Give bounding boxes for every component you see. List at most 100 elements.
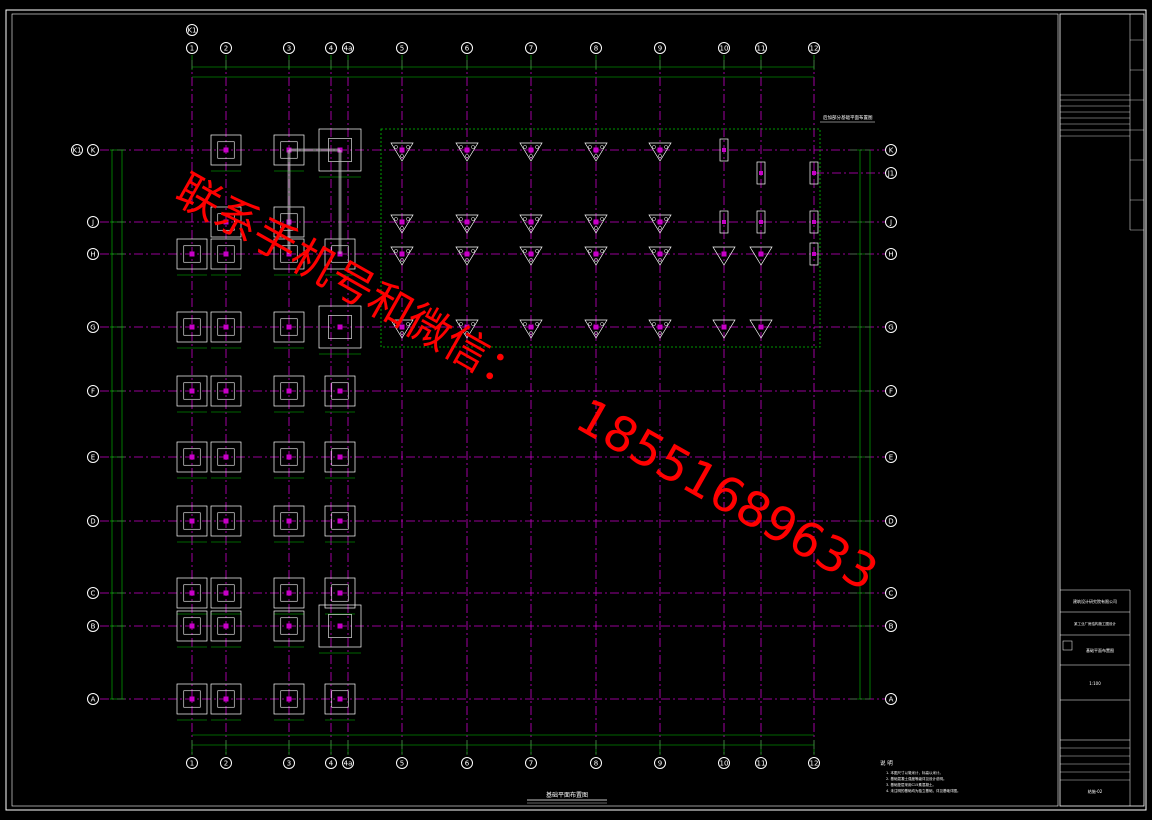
pile-cap-column (528, 147, 534, 153)
col-bubble-top-5-text: 5 (400, 45, 404, 53)
row-bubble-left-E: E (87, 451, 99, 463)
pad-column (223, 454, 229, 460)
tb-project: 某工业厂房结构施工图设计 (1074, 621, 1116, 626)
col-bubble-top-2-text: 2 (224, 45, 228, 53)
pad-column (337, 518, 343, 524)
note-1: 1. 本图尺寸以毫米计，标高以米计。 (886, 770, 943, 775)
row-bubble-right-A-text: A (889, 696, 894, 704)
col-bubble-extra-text: K1 (187, 27, 196, 35)
pile-cap-column (464, 147, 470, 153)
col-bubble-extra: K1 (186, 24, 198, 36)
row-bubble-left-B: B (87, 620, 99, 632)
col-bubble-top-8-text: 8 (594, 45, 598, 53)
cad-drawing-canvas: 112233444a4a5566778899101011111212K1K KJ J… (0, 0, 1152, 820)
row-bubble-right-H: H (885, 248, 897, 260)
pile-cap-rect-column (812, 220, 816, 224)
pile-cap-column (657, 324, 663, 330)
col-bubble-top-5: 5 (396, 42, 408, 54)
col-bubble-bottom-11: 11 (755, 757, 767, 769)
row-bubble-left-J: J (87, 216, 99, 228)
pad-column (189, 590, 195, 596)
col-bubble-top-4: 4 (325, 42, 337, 54)
pile-cap-rect-column (759, 220, 763, 224)
row-bubble-left-B-text: B (91, 623, 96, 631)
pad-column (223, 388, 229, 394)
row-bubble-right-A: A (885, 693, 897, 705)
col-bubble-bottom-1: 1 (186, 757, 198, 769)
pad-column (189, 454, 195, 460)
col-bubble-bottom-9-text: 9 (658, 760, 662, 768)
col-bubble-top-12-text: 12 (810, 45, 819, 53)
col-bubble-top-9-text: 9 (658, 45, 662, 53)
row-bubble-left-C-text: C (91, 590, 96, 598)
col-bubble-bottom-10-text: 10 (720, 760, 729, 768)
col-bubble-top-8: 8 (590, 42, 602, 54)
row-bubble-extra: K1 (71, 144, 83, 156)
pad-column (337, 388, 343, 394)
pad-column (337, 324, 343, 330)
pile-cap-rect-column (759, 171, 763, 175)
pad-column (189, 324, 195, 330)
row-bubble-right-E-text: E (889, 454, 893, 462)
col-bubble-bottom-4-text: 4 (329, 760, 334, 768)
row-bubble-left-E-text: E (91, 454, 95, 462)
pile-cap-rect-column (722, 148, 726, 152)
row-bubble-right-C: C (885, 587, 897, 599)
col-bubble-bottom-4a: 4a (342, 757, 354, 769)
row-bubble-right-J: J (885, 216, 897, 228)
col-bubble-bottom-10: 10 (718, 757, 730, 769)
pad-column (223, 623, 229, 629)
col-bubble-top-4a-text: 4a (344, 45, 353, 53)
drawing-title: 基础平面布置图 (546, 791, 588, 799)
col-bubble-bottom-9: 9 (654, 757, 666, 769)
pad-column (223, 251, 229, 257)
row-bubble-left-D: D (87, 515, 99, 527)
col-bubble-top-3: 3 (283, 42, 295, 54)
pile-cap-column (528, 251, 534, 257)
col-bubble-bottom-7: 7 (525, 757, 537, 769)
col-bubble-top-2: 2 (220, 42, 232, 54)
col-bubble-top-3-text: 3 (287, 45, 291, 53)
pad-column (189, 623, 195, 629)
row-bubble-extra-text: K1 (72, 147, 81, 155)
row-bubble-left-H-text: H (90, 251, 95, 259)
pad-column (286, 590, 292, 596)
col-bubble-bottom-2: 2 (220, 757, 232, 769)
pad-column (286, 324, 292, 330)
row-bubble-right-K: K (885, 144, 897, 156)
col-bubble-top-4-text: 4 (329, 45, 334, 53)
pad-column (286, 696, 292, 702)
pile-cap-column (593, 324, 599, 330)
pile-cap-column (758, 251, 764, 257)
pile-cap-rect-column (722, 220, 726, 224)
pad-column (223, 324, 229, 330)
col-bubble-bottom-2-text: 2 (224, 760, 228, 768)
row-bubble-right-F: F (885, 385, 897, 397)
pile-cap-column (721, 251, 727, 257)
pad-column (189, 251, 195, 257)
row-bubble-right-H-text: H (888, 251, 893, 259)
pile-cap-column (593, 219, 599, 225)
row-bubble-left-G: G (87, 321, 99, 333)
pile-cap-column (399, 147, 405, 153)
notes-heading: 说 明 (880, 759, 893, 767)
col-bubble-bottom-11-text: 11 (757, 760, 766, 768)
row-bubble-left-D-text: D (90, 518, 95, 526)
col-bubble-top-10-text: 10 (720, 45, 729, 53)
col-bubble-top-10: 10 (718, 42, 730, 54)
col-bubble-bottom-4: 4 (325, 757, 337, 769)
pile-cap-column (399, 251, 405, 257)
col-bubble-top-6: 6 (461, 42, 473, 54)
pad-column (286, 518, 292, 524)
row-bubble-left-H: H (87, 248, 99, 260)
note-2: 2. 基础混凝土强度等级详见设计说明。 (886, 776, 946, 781)
col-bubble-top-7: 7 (525, 42, 537, 54)
col-bubble-top-11: 11 (755, 42, 767, 54)
row-bubble-right-extra: J1 (885, 167, 897, 179)
pad-column (223, 696, 229, 702)
col-bubble-bottom-3: 3 (283, 757, 295, 769)
row-bubble-right-G: G (885, 321, 897, 333)
pad-column (337, 590, 343, 596)
col-bubble-top-7-text: 7 (529, 45, 533, 53)
col-bubble-bottom-3-text: 3 (287, 760, 291, 768)
